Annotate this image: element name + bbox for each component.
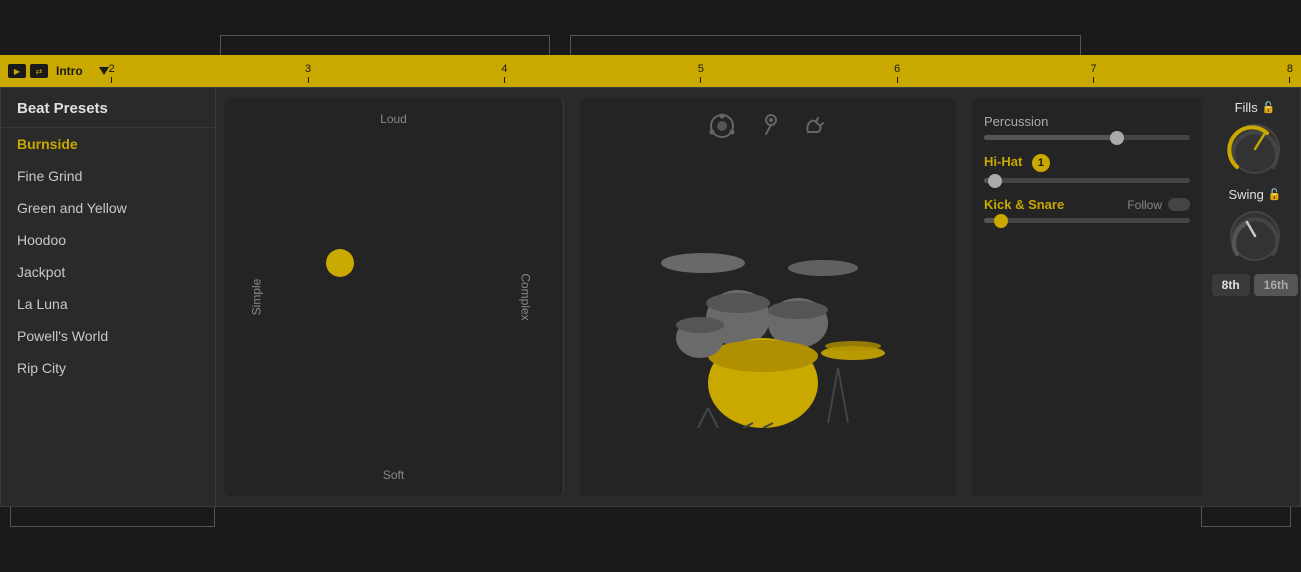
main-content: Beat Presets Burnside Fine Grind Green a… (0, 87, 1301, 507)
fills-lock-icon[interactable]: 🔓 (1262, 101, 1276, 114)
tambourine-icon (708, 112, 736, 140)
sidebar-item-burnside[interactable]: Burnside (1, 128, 215, 160)
hihat-label: Hi-Hat 1 (984, 154, 1190, 172)
timeline[interactable]: ▶ ⇄ Intro 2 3 4 5 6 7 8 (0, 55, 1301, 87)
kick-snare-control: Kick & Snare Follow (984, 197, 1190, 223)
drum-kit-svg (628, 208, 908, 428)
follow-toggle: Follow (1127, 198, 1190, 212)
swing-8th-button[interactable]: 8th (1212, 274, 1250, 296)
bracket-right (570, 35, 1081, 55)
hihat-slider[interactable] (984, 178, 1190, 183)
sidebar-item-hoodoo[interactable]: Hoodoo (1, 224, 215, 256)
ruler-mark-4: 4 (501, 63, 507, 83)
percussion-slider[interactable] (984, 135, 1190, 140)
fills-label-row: Fills 🔓 (1235, 100, 1276, 115)
timeline-label: Intro (56, 64, 83, 78)
percussion-control: Percussion (984, 114, 1190, 140)
hihat-thumb[interactable] (988, 174, 1002, 188)
sidebar: Beat Presets Burnside Fine Grind Green a… (1, 88, 216, 506)
beat-pad[interactable]: Loud Soft Simple Complex (224, 98, 564, 496)
loop-button[interactable]: ⇄ (30, 64, 48, 78)
timeline-controls: ▶ ⇄ (8, 64, 48, 78)
follow-toggle-switch[interactable] (1168, 198, 1190, 211)
sidebar-item-jackpot[interactable]: Jackpot (1, 256, 215, 288)
playhead (99, 67, 109, 75)
swing-knob[interactable] (1227, 208, 1283, 264)
percussion-label: Percussion (984, 114, 1190, 129)
right-panel: Fills 🔓 Swing 🔓 (1210, 88, 1300, 506)
ruler-mark-8: 8 (1287, 63, 1293, 83)
drum-svg-area (596, 154, 940, 482)
kick-snare-slider[interactable] (984, 218, 1190, 223)
swing-label-row: Swing 🔓 (1228, 187, 1281, 202)
fills-knob[interactable] (1227, 121, 1283, 177)
ruler-marks: 2 3 4 5 6 7 8 (109, 55, 1293, 87)
percussion-thumb[interactable] (1110, 131, 1124, 145)
sidebar-item-fine-grind[interactable]: Fine Grind (1, 160, 215, 192)
beat-pad-loud-label: Loud (380, 112, 407, 126)
timeline-ruler[interactable]: 2 3 4 5 6 7 8 (99, 55, 1293, 87)
ruler-mark-7: 7 (1090, 63, 1096, 83)
hihat-badge: 1 (1032, 154, 1050, 172)
ruler-mark-5: 5 (698, 63, 704, 83)
play-button[interactable]: ▶ (8, 64, 26, 78)
beat-pad-soft-label: Soft (383, 468, 404, 482)
percussion-fill (984, 135, 1118, 140)
beat-pad-simple-label: Simple (249, 279, 263, 316)
top-bracket (0, 0, 1301, 55)
sidebar-header: Beat Presets (1, 88, 215, 128)
swing-16th-button[interactable]: 16th (1254, 274, 1299, 296)
drum-icons-row (596, 112, 940, 140)
bracket-left (220, 35, 550, 55)
bracket-bottom-right (1201, 507, 1291, 527)
follow-label: Follow (1127, 198, 1162, 212)
ruler-mark-3: 3 (305, 63, 311, 83)
bottom-bracket (0, 507, 1301, 562)
swing-knob-group: Swing 🔓 8th 16th (1212, 187, 1299, 296)
sidebar-item-rip-city[interactable]: Rip City (1, 352, 215, 384)
sidebar-item-powells-world[interactable]: Powell's World (1, 320, 215, 352)
sidebar-item-la-luna[interactable]: La Luna (1, 288, 215, 320)
ruler-mark-2: 2 (109, 63, 115, 83)
beat-pad-complex-label: Complex (518, 273, 532, 320)
drum-area (580, 98, 956, 496)
fills-knob-group: Fills 🔓 (1227, 100, 1283, 177)
maraca-icon (754, 112, 782, 140)
swing-lock-icon[interactable]: 🔓 (1268, 188, 1282, 201)
kick-snare-thumb[interactable] (994, 214, 1008, 228)
bracket-bottom-left (10, 507, 215, 527)
sidebar-list: Burnside Fine Grind Green and Yellow Hoo… (1, 128, 215, 384)
kick-snare-row: Kick & Snare Follow (984, 197, 1190, 212)
sidebar-item-green-and-yellow[interactable]: Green and Yellow (1, 192, 215, 224)
ruler-mark-6: 6 (894, 63, 900, 83)
fills-label: Fills (1235, 100, 1258, 115)
swing-buttons: 8th 16th (1212, 274, 1299, 296)
kick-snare-label: Kick & Snare (984, 197, 1064, 212)
clap-icon (800, 112, 828, 140)
controls-panel: Percussion Hi-Hat 1 Kick & Snare (972, 98, 1202, 496)
swing-label: Swing (1228, 187, 1263, 202)
beat-dot[interactable] (326, 249, 354, 277)
hihat-control: Hi-Hat 1 (984, 154, 1190, 183)
